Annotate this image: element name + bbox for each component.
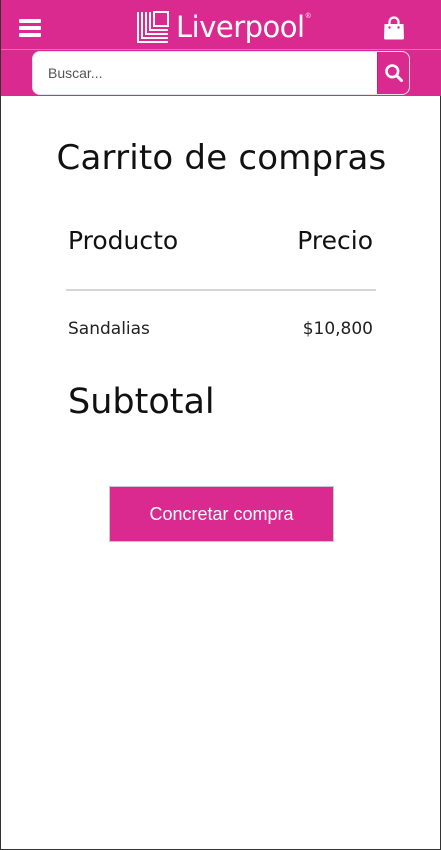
page-title: Carrito de compras <box>56 138 387 178</box>
page-frame: Liverpool ® Carrito de compras Producto <box>0 0 441 850</box>
hamburger-menu-icon[interactable] <box>19 19 41 37</box>
logo-text: Liverpool <box>176 10 305 44</box>
search-button[interactable] <box>377 52 409 94</box>
top-header: Liverpool ® <box>1 0 441 96</box>
shopping-bag-icon[interactable] <box>383 16 405 40</box>
search-input[interactable] <box>33 52 377 94</box>
liverpool-logo-mark-icon <box>137 11 169 43</box>
header-divider <box>1 49 441 50</box>
column-header-price: Precio <box>297 226 373 255</box>
search-bar <box>32 51 410 95</box>
liverpool-logo[interactable]: Liverpool ® <box>136 9 311 45</box>
cart-item-name: Sandalias <box>68 319 150 339</box>
search-icon <box>385 64 403 82</box>
registered-mark: ® <box>305 13 311 20</box>
menu-bar <box>19 19 41 23</box>
menu-bar <box>19 33 41 37</box>
checkout-button[interactable]: Concretar compra <box>109 486 334 542</box>
table-divider <box>66 289 376 291</box>
subtotal-label: Subtotal <box>68 382 215 422</box>
column-header-product: Producto <box>68 226 179 255</box>
menu-bar <box>19 26 41 30</box>
cart-item-price: $10,800 <box>302 319 373 339</box>
